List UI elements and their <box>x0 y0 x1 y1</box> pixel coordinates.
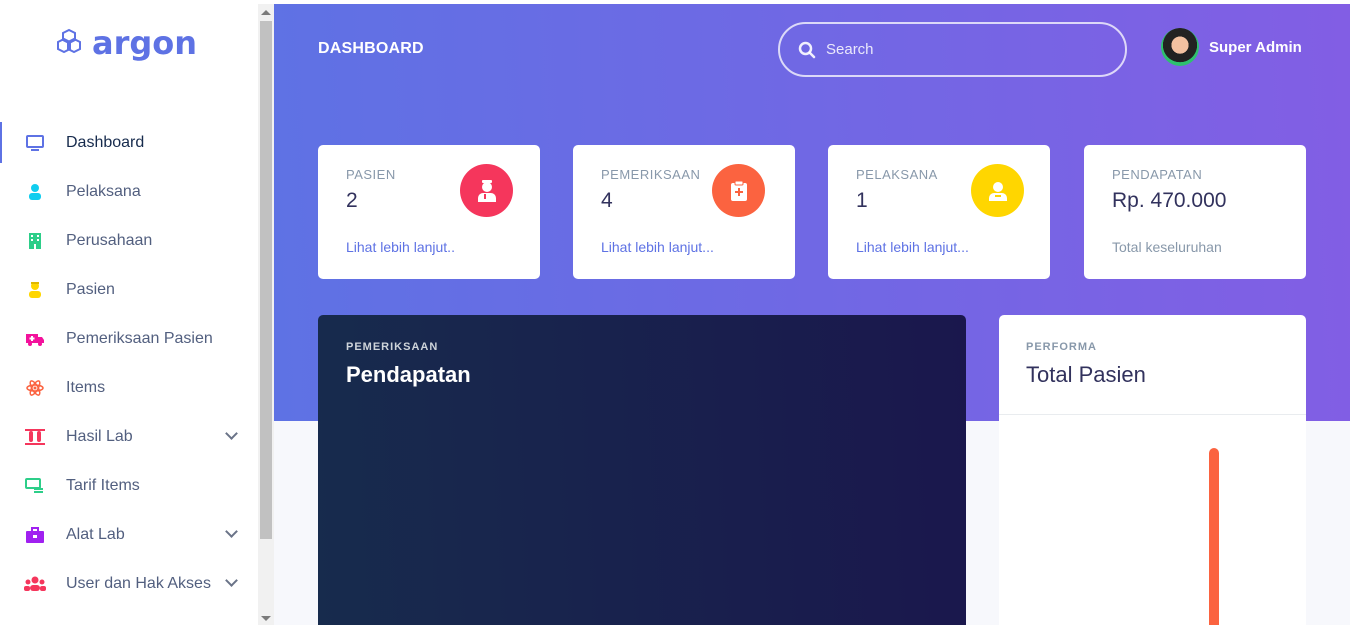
sidebar-item-items[interactable]: Items <box>0 363 258 412</box>
sidebar-nav: Dashboard Pelaksana Perusahaan Pasien Pe… <box>0 118 258 608</box>
chart-bar <box>1209 448 1219 625</box>
patient-icon <box>24 279 46 301</box>
users-icon <box>24 573 46 595</box>
stat-caption: PASIEN <box>346 167 396 182</box>
sidebar-item-label: Dashboard <box>66 133 145 151</box>
stat-card-pendapatan: PENDAPATAN Rp. 470.000 Total keseluruhan <box>1084 145 1306 279</box>
stat-link[interactable]: Lihat lebih lanjut.. <box>346 239 455 255</box>
user-name[interactable]: Super Admin <box>1209 39 1302 56</box>
briefcase-icon <box>24 524 46 546</box>
sidebar-item-perusahaan[interactable]: Perusahaan <box>0 216 258 265</box>
sidebar-item-hasil-lab[interactable]: Hasil Lab <box>0 412 258 461</box>
stat-card-pemeriksaan: PEMERIKSAAN 4 Lihat lebih lanjut... <box>573 145 795 279</box>
card-divider <box>999 414 1306 415</box>
avatar[interactable] <box>1161 28 1199 66</box>
stat-value: 1 <box>856 189 868 212</box>
clipboard-medical-icon <box>712 164 765 217</box>
argon-logo-icon <box>57 28 81 54</box>
stat-value: 2 <box>346 189 358 212</box>
stat-caption: PELAKSANA <box>856 167 938 182</box>
sidebar-item-label: Items <box>66 378 106 396</box>
sidebar-item-label: Tarif Items <box>66 476 140 494</box>
sidebar: argon Dashboard Pelaksana Perusahaan Pas… <box>0 0 258 625</box>
sidebar-item-pasien[interactable]: Pasien <box>0 265 258 314</box>
stat-caption: PENDAPATAN <box>1112 167 1203 182</box>
search-icon <box>798 41 816 58</box>
stat-card-pelaksana: PELAKSANA 1 Lihat lebih lanjut... <box>828 145 1050 279</box>
sidebar-item-label: Pemeriksaan Pasien <box>66 329 213 347</box>
brand-logo[interactable]: argon <box>54 24 197 62</box>
ambulance-icon <box>24 328 46 350</box>
patient-icon <box>460 164 513 217</box>
sidebar-item-label: Perusahaan <box>66 231 153 249</box>
stat-link[interactable]: Lihat lebih lanjut... <box>856 239 969 255</box>
sidebar-item-label: Pasien <box>66 280 115 298</box>
stat-link[interactable]: Lihat lebih lanjut... <box>601 239 714 255</box>
atom-icon <box>24 377 46 399</box>
chart-card-pendapatan: PEMERIKSAAN Pendapatan <box>318 315 966 625</box>
sidebar-item-pelaksana[interactable]: Pelaksana <box>0 167 258 216</box>
sidebar-item-label: Pelaksana <box>66 182 141 200</box>
chevron-down-icon <box>225 427 238 440</box>
sidebar-scrollbar[interactable] <box>258 4 274 625</box>
sidebar-item-tarif-items[interactable]: Tarif Items <box>0 461 258 510</box>
stat-note: Total keseluruhan <box>1112 239 1222 255</box>
sidebar-item-dashboard[interactable]: Dashboard <box>0 118 258 167</box>
scrollbar-thumb[interactable] <box>260 21 272 539</box>
brand-name: argon <box>92 24 198 62</box>
stat-value: 4 <box>601 189 613 212</box>
card-overline: PERFORMA <box>1026 341 1097 353</box>
user-menu[interactable]: Super Admin <box>1161 28 1302 66</box>
scroll-up-arrow-icon[interactable] <box>261 10 271 15</box>
stat-card-pasien: PASIEN 2 Lihat lebih lanjut.. <box>318 145 540 279</box>
chart-card-total-pasien: PERFORMA Total Pasien <box>999 315 1306 625</box>
user-icon <box>24 181 46 203</box>
card-overline: PEMERIKSAAN <box>346 341 439 353</box>
search-box[interactable] <box>778 22 1127 77</box>
main-content: DASHBOARD Super Admin PASIEN 2 Lihat leb… <box>274 4 1350 625</box>
sidebar-item-label: Hasil Lab <box>66 427 133 445</box>
stat-value: Rp. 470.000 <box>1112 189 1227 212</box>
stat-caption: PEMERIKSAAN <box>601 167 701 182</box>
building-icon <box>24 230 46 252</box>
sidebar-item-label: User dan Hak Akses <box>66 574 211 592</box>
chevron-down-icon <box>225 525 238 538</box>
test-tubes-icon <box>24 426 46 448</box>
page-title[interactable]: DASHBOARD <box>318 40 424 58</box>
search-input[interactable] <box>826 41 1106 58</box>
user-icon <box>971 164 1024 217</box>
sidebar-item-alat-lab[interactable]: Alat Lab <box>0 510 258 559</box>
monitor-icon <box>24 132 46 154</box>
sidebar-item-pemeriksaan-pasien[interactable]: Pemeriksaan Pasien <box>0 314 258 363</box>
scroll-down-arrow-icon[interactable] <box>261 616 271 621</box>
card-title: Total Pasien <box>1026 362 1146 387</box>
sidebar-item-label: Alat Lab <box>66 525 125 543</box>
chevron-down-icon <box>225 574 238 587</box>
sidebar-item-user-dan-hak-akses[interactable]: User dan Hak Akses <box>0 559 258 608</box>
money-icon <box>24 475 46 497</box>
card-title: Pendapatan <box>346 362 471 387</box>
